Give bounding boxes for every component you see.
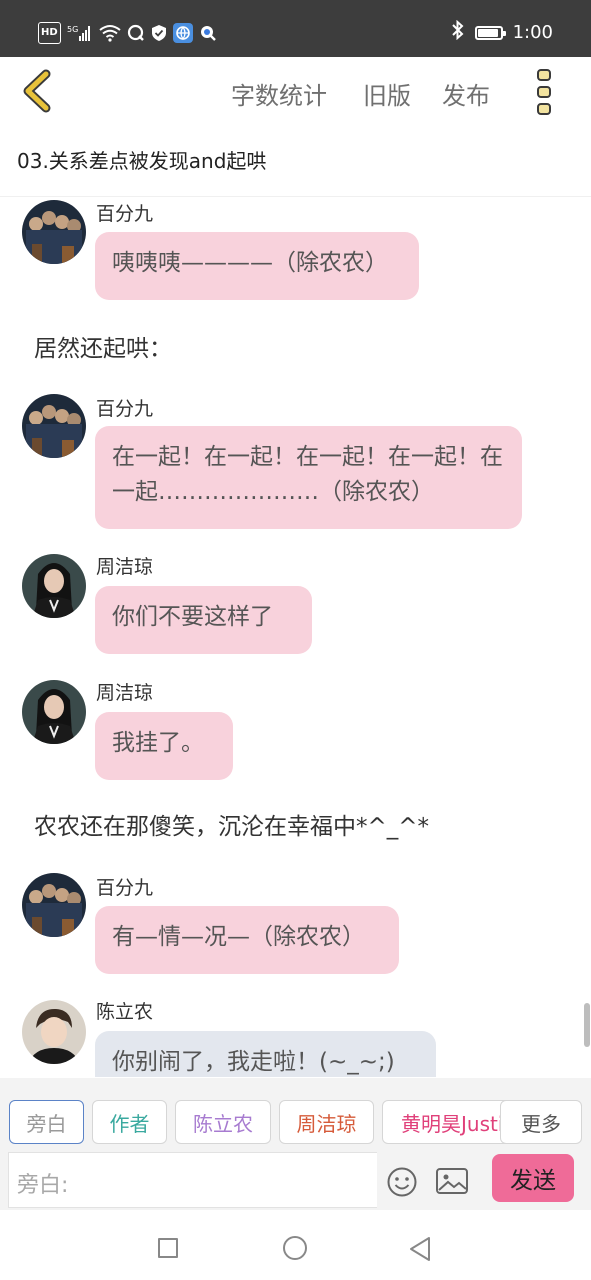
role-chip-author[interactable]: 作者 <box>92 1100 167 1144</box>
image-icon <box>436 1168 468 1194</box>
sender-name: 陈立农 <box>96 1001 154 1023</box>
role-chip-label: 作者 <box>109 1111 150 1136</box>
smiley-icon <box>387 1167 417 1197</box>
role-chip-chen-linong[interactable]: 陈立农 <box>175 1100 271 1144</box>
avatar-group[interactable] <box>22 873 86 937</box>
browser-icon <box>172 23 193 43</box>
message-bubble[interactable]: 你们不要这样了 <box>95 586 312 654</box>
sender-name: 周洁琼 <box>96 682 154 704</box>
composer-panel: 旁白 作者 陈立农 周洁琼 黄明昊Justin 更多 旁白: 发送 <box>0 1078 591 1210</box>
editor-toolbar: 字数统计 旧版 发布 <box>0 57 591 127</box>
chat-content[interactable]: 百分九 咦咦咦————（除农农） 居然还起哄： 百分九 在一起！在一起！在一起！… <box>0 197 591 1077</box>
sender-name: 百分九 <box>96 203 154 225</box>
avatar-girl[interactable] <box>22 680 86 744</box>
signal-label: 5G <box>67 25 78 34</box>
avatar-boy[interactable] <box>22 1000 86 1064</box>
more-vertical-icon <box>537 69 551 115</box>
home-icon[interactable] <box>283 1236 307 1260</box>
image-button[interactable] <box>435 1166 469 1196</box>
status-bar: HD 5G 1:00 <box>0 0 591 57</box>
role-chip-label: 陈立农 <box>193 1111 253 1136</box>
status-right: 1:00 <box>451 19 553 45</box>
status-time: 1:00 <box>512 22 553 43</box>
message-bubble[interactable]: 有—情—况—（除农农） <box>95 906 399 974</box>
publish-button[interactable]: 发布 <box>442 76 490 111</box>
role-chip-narrator[interactable]: 旁白 <box>9 1100 84 1144</box>
status-left: HD 5G <box>38 22 217 44</box>
message-bubble[interactable]: 在一起！在一起！在一起！在一起！在一起…………………（除农农） <box>95 426 522 529</box>
sender-name: 周洁琼 <box>96 556 154 578</box>
message-bubble[interactable]: 我挂了。 <box>95 712 233 780</box>
shield-icon <box>151 23 167 43</box>
back-button[interactable] <box>18 69 62 113</box>
message-bubble[interactable]: 咦咦咦————（除农农） <box>95 232 419 300</box>
avatar-girl[interactable] <box>22 554 86 618</box>
system-nav-bar <box>0 1210 591 1280</box>
search-app-icon <box>199 23 217 43</box>
narration-text[interactable]: 居然还起哄： <box>34 329 172 363</box>
avatar-group[interactable] <box>22 200 86 264</box>
q-app-icon <box>127 23 145 43</box>
role-chip-label: 周洁琼 <box>296 1111 357 1136</box>
hd-badge: HD <box>38 22 61 44</box>
emoji-button[interactable] <box>386 1166 418 1198</box>
back-triangle-icon[interactable] <box>408 1236 432 1262</box>
role-chip-label: 旁白 <box>26 1111 67 1136</box>
old-version-button[interactable]: 旧版 <box>363 76 411 111</box>
more-options-button[interactable] <box>530 67 558 117</box>
role-chip-label: 黄明昊Justin <box>401 1111 517 1136</box>
narration-text[interactable]: 农农还在那傻笑，沉沦在幸福中*^_^* <box>34 807 429 841</box>
scrollbar[interactable] <box>584 1003 590 1047</box>
message-input[interactable]: 旁白: <box>8 1152 377 1208</box>
battery-icon <box>474 25 506 40</box>
more-roles-button[interactable]: 更多 <box>500 1100 582 1144</box>
bluetooth-icon <box>451 19 465 45</box>
role-chip-zhou-jieqiong[interactable]: 周洁琼 <box>279 1100 374 1144</box>
sender-name: 百分九 <box>96 398 154 420</box>
wifi-icon <box>99 23 121 43</box>
chevron-left-icon <box>23 69 51 113</box>
recent-apps-icon[interactable] <box>158 1238 178 1258</box>
send-button[interactable]: 发送 <box>492 1154 574 1202</box>
sender-name: 百分九 <box>96 877 154 899</box>
message-bubble[interactable]: 你别闹了，我走啦！(~_~;) <box>95 1031 436 1077</box>
avatar-group[interactable] <box>22 394 86 458</box>
word-count-button[interactable]: 字数统计 <box>231 76 327 111</box>
signal-icon: 5G <box>67 23 93 43</box>
chapter-title[interactable]: 03.关系差点被发现and起哄 <box>17 145 266 174</box>
